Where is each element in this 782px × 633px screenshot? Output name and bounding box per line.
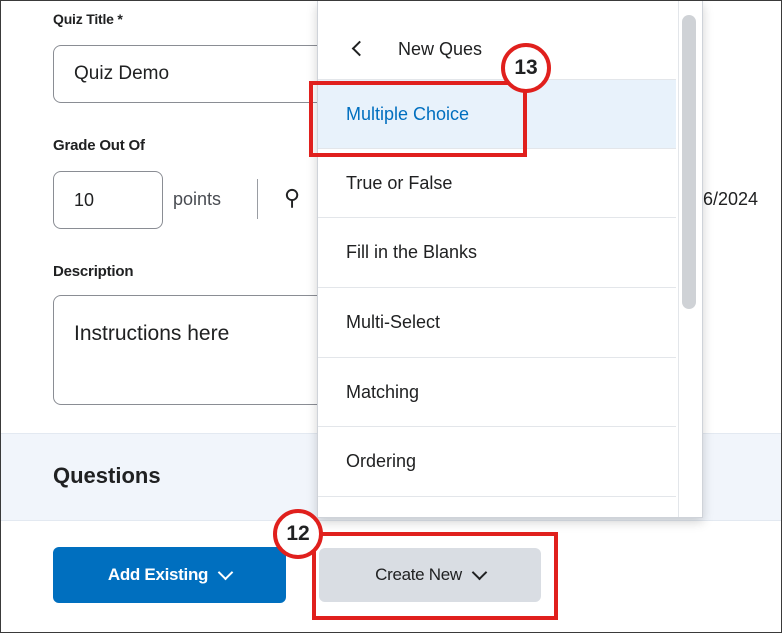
divider [257, 179, 258, 219]
chevron-down-icon [217, 564, 234, 580]
highlight-multiple-choice [309, 81, 527, 157]
date-fragment: 6/2024 [703, 189, 759, 209]
quiz-editor: Quiz Title * Quiz Demo Grade Out Of 10 p… [0, 0, 782, 633]
add-existing-label: Add Existing [107, 565, 209, 584]
menu-item-fill-in-the-blanks[interactable]: Fill in the Blanks [318, 217, 676, 286]
menu-item-label: True or False [346, 172, 453, 193]
menu-item-true-or-false[interactable]: True or False [318, 148, 676, 217]
quiz-title-input[interactable]: Quiz Demo [53, 45, 353, 103]
menu-item-label: Matching [346, 381, 420, 402]
step-badge-13: 13 [501, 43, 551, 93]
grade-input[interactable]: 10 [53, 171, 163, 229]
grade-label: Grade Out Of [53, 137, 145, 154]
menu-item-label: Fill in the Blanks [346, 241, 478, 262]
menu-header-text: New Ques [398, 39, 483, 59]
quiz-title-label: Quiz Title * [53, 11, 123, 27]
questions-title: Questions [53, 463, 161, 488]
chevron-left-icon [351, 40, 368, 57]
menu-item-label: Ordering [346, 450, 417, 471]
menu-item-ordering[interactable]: Ordering [318, 426, 676, 495]
description-value: Instructions here [74, 322, 230, 345]
menu-item-multi-select[interactable]: Multi-Select [318, 287, 676, 356]
menu-back-header[interactable]: New Ques [318, 9, 678, 79]
menu-item-matching[interactable]: Matching [318, 357, 676, 426]
grade-value: 10 [74, 189, 95, 210]
key-icon[interactable]: ⚲ [284, 185, 300, 211]
menu-item-label: Multi-Select [346, 311, 441, 332]
menu-item-partial[interactable] [318, 496, 676, 517]
add-existing-button[interactable]: Add Existing [53, 547, 286, 603]
description-label: Description [53, 263, 134, 280]
menu-scrollbar-thumb[interactable] [682, 15, 696, 309]
step-badge-12: 12 [273, 509, 323, 559]
quiz-title-value: Quiz Demo [74, 63, 170, 84]
points-text: points [173, 189, 222, 209]
description-input[interactable]: Instructions here [53, 295, 353, 405]
highlight-create-new [312, 532, 558, 620]
